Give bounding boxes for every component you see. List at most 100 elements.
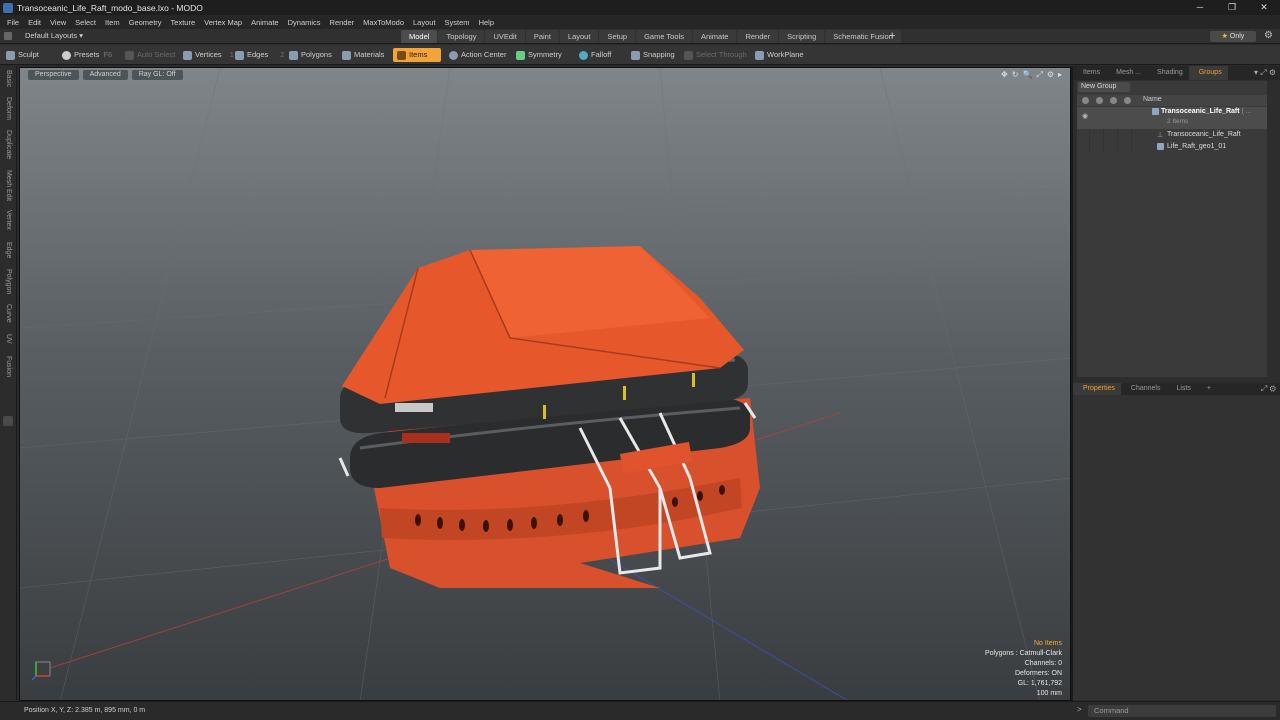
pan-icon[interactable]: ✥ — [1001, 70, 1008, 80]
vtab-edge[interactable]: Edge — [2, 242, 14, 258]
menu-item[interactable]: Item — [102, 18, 126, 27]
snapping-button[interactable]: Snapping — [631, 48, 675, 62]
vtab-mesh-edit[interactable]: Mesh Edit — [2, 170, 14, 201]
life-raft-model[interactable] — [338, 246, 760, 588]
minimize-button[interactable]: ─ — [1184, 0, 1216, 15]
tab-properties[interactable]: Properties — [1073, 383, 1121, 395]
group-child-row[interactable]: Life_Raft_geo1_01 — [1077, 141, 1267, 153]
menu-geometry[interactable]: Geometry — [126, 18, 168, 27]
items-button[interactable]: Items — [393, 48, 441, 62]
symmetry-button[interactable]: Symmetry — [516, 48, 562, 62]
materials-button[interactable]: Materials — [342, 48, 384, 62]
auto-select-icon — [125, 50, 134, 60]
boarding-label — [402, 433, 450, 443]
action-center-label: Action Center — [461, 50, 507, 59]
advanced-button[interactable]: Advanced — [82, 70, 128, 80]
tab-items[interactable]: Items — [1073, 66, 1106, 80]
edges-icon — [235, 50, 244, 60]
vertices-icon — [183, 50, 192, 60]
vertices-button[interactable]: Vertices 1 — [183, 48, 234, 62]
selection-info: No Items — [1033, 640, 1062, 647]
action-center-button[interactable]: Action Center — [449, 48, 506, 62]
vtab-basic[interactable]: Basic — [2, 70, 14, 87]
perspective-button[interactable]: Perspective — [28, 70, 79, 80]
polygons-button[interactable]: Polygons — [289, 48, 332, 62]
tab-channels[interactable]: Channels — [1121, 383, 1167, 395]
mesh-icon — [1157, 143, 1164, 150]
select-through-button[interactable]: Select Through — [684, 48, 747, 62]
tab-animate[interactable]: Animate — [692, 30, 737, 43]
workplane-button[interactable]: WorkPlane — [755, 48, 804, 62]
tab-layout[interactable]: Layout — [559, 30, 599, 43]
menu-texture[interactable]: Texture — [168, 18, 202, 27]
vtab-uv[interactable]: UV — [2, 334, 14, 344]
panel-toggle-icon[interactable] — [3, 416, 13, 426]
vtab-vertex[interactable]: Vertex — [2, 210, 14, 230]
menu-render[interactable]: Render — [327, 18, 361, 27]
tab-groups[interactable]: Groups — [1188, 66, 1228, 80]
menu-select[interactable]: Select — [72, 18, 102, 27]
viewport-stats: No Items Polygons : Catmull-Clark Channe… — [985, 639, 1062, 699]
edges-shortcut: 2 — [280, 50, 285, 59]
fit-icon[interactable]: ⤢ — [1036, 70, 1042, 80]
menu-animate[interactable]: Animate — [248, 18, 285, 27]
star-icon: ★ — [1221, 33, 1228, 40]
tab-mesh[interactable]: Mesh ... — [1106, 66, 1147, 80]
tab-scripting[interactable]: Scripting — [779, 30, 825, 43]
viewport-settings-icon[interactable]: ⚙ — [1047, 70, 1054, 80]
tab-model[interactable]: Model — [401, 30, 438, 43]
menu-dynamics[interactable]: Dynamics — [285, 18, 327, 27]
layout-selector[interactable]: Default Layouts ▾ — [4, 31, 83, 40]
tab-game-tools[interactable]: Game Tools — [636, 30, 692, 43]
presets-button[interactable]: Presets F6 — [62, 48, 112, 62]
group-name: Transoceanic_Life_Raft ( ... — [1161, 108, 1252, 115]
maximize-button[interactable]: ❐ — [1216, 0, 1248, 15]
add-panel-tab[interactable]: + — [1197, 383, 1217, 395]
vtab-polygon[interactable]: Polygon — [2, 269, 14, 294]
viewport-expand-icon[interactable]: ▸ — [1058, 70, 1062, 80]
gear-icon[interactable]: ⚙ — [1264, 30, 1273, 41]
command-input[interactable]: Command — [1088, 705, 1276, 717]
tab-topology[interactable]: Topology — [438, 30, 485, 43]
tab-render[interactable]: Render — [737, 30, 779, 43]
menu-vertex-map[interactable]: Vertex Map — [201, 18, 248, 27]
polygons-icon — [289, 50, 298, 60]
panel-options-icon[interactable]: ▾ ⤢ ⚙ — [1254, 66, 1276, 80]
close-button[interactable]: ✕ — [1248, 0, 1280, 15]
group-child-row[interactable]: ⊥ Transoceanic_Life_Raft — [1077, 129, 1267, 141]
tab-lists[interactable]: Lists — [1166, 383, 1196, 395]
new-group-button[interactable]: New Group — [1078, 82, 1130, 92]
3d-viewport[interactable]: Perspective Advanced Ray GL: Off ✥ ↻ 🔍 ⤢… — [19, 67, 1071, 701]
rotate-icon[interactable]: ↻ — [1012, 70, 1019, 80]
properties-options-icon[interactable]: ⤢ ⚙ — [1261, 383, 1276, 395]
tab-paint[interactable]: Paint — [525, 30, 559, 43]
tab-uvedit[interactable]: UVEdit — [485, 30, 525, 43]
auto-select-button[interactable]: Auto Select — [125, 48, 175, 62]
add-tab-button[interactable]: + — [889, 30, 895, 43]
eye-icon[interactable]: ◉ — [1082, 112, 1088, 120]
visibility-col-icon — [1082, 97, 1089, 104]
menu-edit[interactable]: Edit — [25, 18, 47, 27]
vtab-deform[interactable]: Deform — [2, 97, 14, 120]
menu-view[interactable]: View — [47, 18, 72, 27]
only-button[interactable]: ★ Only — [1210, 31, 1256, 42]
menu-layout[interactable]: Layout — [410, 18, 442, 27]
edges-button[interactable]: Edges 2 — [235, 48, 284, 62]
vtab-duplicate[interactable]: Duplicate — [2, 130, 14, 159]
zoom-icon[interactable]: 🔍 — [1022, 70, 1032, 80]
name-column-header[interactable]: Name — [1143, 96, 1162, 103]
menu-help[interactable]: Help — [476, 18, 500, 27]
menu-file[interactable]: File — [4, 18, 25, 27]
vtab-curve[interactable]: Curve — [2, 304, 14, 323]
group-row[interactable]: ◉ Transoceanic_Life_Raft ( ... 2 Items — [1077, 107, 1267, 129]
menu-maxtomodo[interactable]: MaxToModo — [360, 18, 410, 27]
tab-setup[interactable]: Setup — [599, 30, 636, 43]
vtab-fusion[interactable]: Fusion — [2, 356, 14, 377]
menu-system[interactable]: System — [442, 18, 476, 27]
ray-gl-button[interactable]: Ray GL: Off — [131, 70, 183, 80]
falloff-icon — [579, 50, 588, 60]
sculpt-button[interactable]: Sculpt — [6, 48, 39, 62]
materials-label: Materials — [354, 50, 385, 59]
tab-shading[interactable]: Shading — [1147, 66, 1189, 80]
falloff-button[interactable]: Falloff — [579, 48, 611, 62]
